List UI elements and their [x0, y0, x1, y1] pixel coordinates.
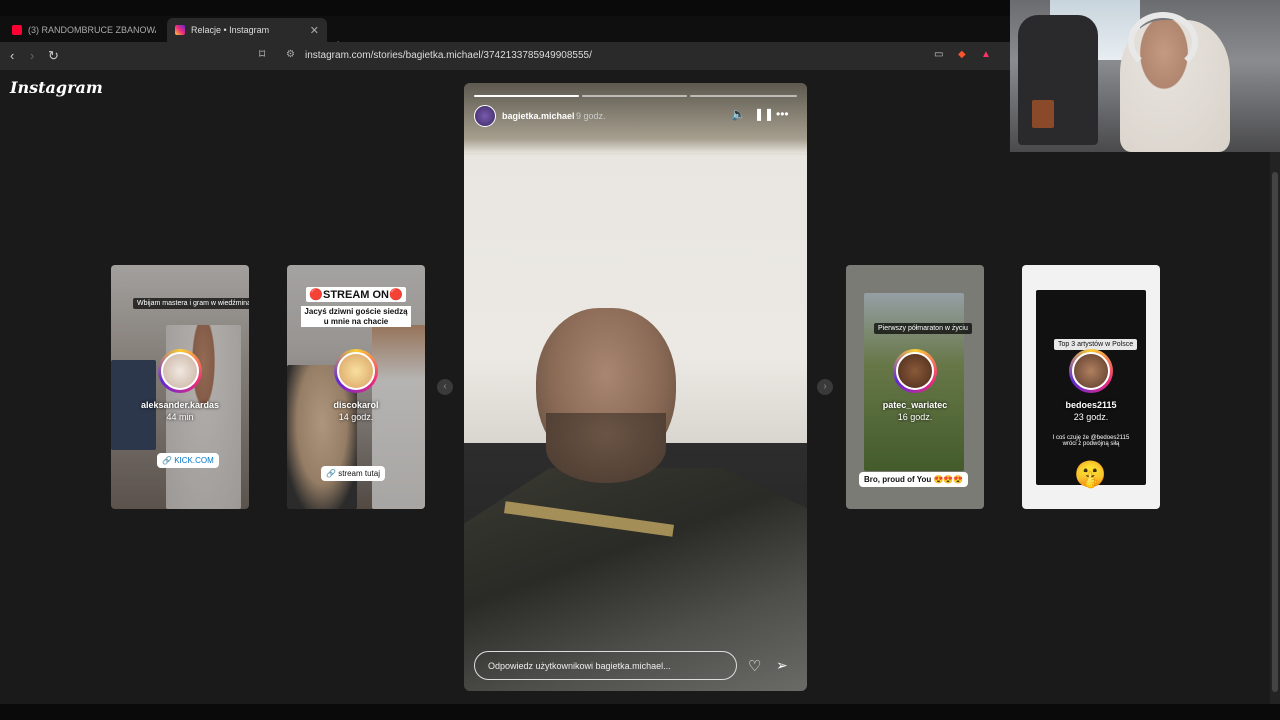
instagram-icon [175, 25, 185, 35]
avatar-ring [893, 349, 937, 393]
send-icon[interactable]: ➢ [776, 657, 788, 674]
youtube-icon [12, 25, 22, 35]
progress-segment [582, 95, 687, 97]
close-tab-icon[interactable]: ✕ [310, 24, 319, 37]
progress-segment [474, 95, 579, 97]
more-options-icon[interactable]: ••• [776, 107, 789, 121]
avatar [161, 352, 199, 390]
avatar-ring [334, 349, 378, 393]
story-card-bedoes[interactable]: Top 3 artystów w Polsce bedoes2115 23 go… [1022, 265, 1160, 509]
brave-shield-icon[interactable]: ◆ [958, 49, 966, 60]
tab-title: Relacje • Instagram [191, 25, 270, 35]
caption-sticker: Bro, proud of You 😍😍😍 [859, 472, 969, 487]
link-label: KICK.COM [174, 456, 214, 465]
story-time: 9 godz. [576, 111, 606, 121]
next-story-icon[interactable]: › [817, 379, 833, 395]
story-username: patec_wariatec [882, 400, 948, 410]
link-label: stream tutaj [338, 469, 380, 478]
site-settings-icon[interactable]: ⚙ [286, 49, 295, 60]
avatar [337, 352, 375, 390]
shush-emoji-icon: 🤫 [1074, 459, 1107, 489]
brave-rewards-icon[interactable]: ▲ [981, 49, 991, 60]
avatar [1072, 352, 1110, 390]
cup-image [1032, 100, 1054, 128]
avatar[interactable] [474, 105, 496, 127]
link-sticker[interactable]: 🔗 stream tutaj [321, 466, 385, 481]
story-time: 14 godz. [338, 412, 374, 422]
avatar [896, 352, 934, 390]
stream-subtitle: Jacyś dziwni goście siedzą u mnie na cha… [301, 306, 411, 328]
cast-icon[interactable]: ▭ [934, 49, 943, 60]
story-username: discokarol [333, 400, 379, 410]
scrollbar-thumb[interactable] [1272, 172, 1278, 692]
tab-instagram[interactable]: Relacje • Instagram ✕ [167, 18, 327, 42]
bookmark-icon[interactable]: ⌑ [259, 47, 265, 61]
avatar-ring [1069, 349, 1113, 393]
reply-input[interactable]: Odpowiedz użytkownikowi bagietka.michael… [474, 651, 737, 680]
link-sticker[interactable]: 🔗 KICK.COM [157, 453, 219, 468]
story-card-discokarol[interactable]: 🔴STREAM ON🔴 Jacyś dziwni goście siedzą u… [287, 265, 425, 509]
progress-segment [690, 95, 797, 97]
avatar-ring [158, 349, 202, 393]
forward-icon[interactable]: › [30, 48, 34, 63]
instagram-logo[interactable]: Instagram [10, 78, 103, 97]
stream-on-label: 🔴STREAM ON🔴 [306, 287, 406, 302]
story-username[interactable]: bagietka.michael [502, 111, 575, 121]
gaming-chair-image [1018, 15, 1098, 145]
main-story[interactable]: bagietka.michael 9 godz. 🔈 ❚❚ ••• Odpowi… [464, 83, 807, 691]
story-card-aleksander[interactable]: Wbijam mastera i gram w wiedźmina 3 alek… [111, 265, 249, 509]
text-sticker: Pierwszy półmaraton w życiu [874, 323, 972, 334]
headphones-image [1128, 12, 1198, 72]
story-card-patec[interactable]: Pierwszy półmaraton w życiu patec_wariat… [846, 265, 984, 509]
url-field[interactable]: instagram.com/stories/bagietka.michael/3… [305, 50, 592, 61]
story-username: aleksander.kardas [140, 400, 220, 410]
tab-title: (3) RANDOMBRUCE ZBANOWANY! Il [28, 25, 156, 35]
prev-story-icon[interactable]: ‹ [437, 379, 453, 395]
reload-icon[interactable]: ↻ [48, 48, 59, 64]
caption-text: I coś czuję że @bedoes2115 wróci z podwó… [1052, 435, 1130, 447]
text-sticker: Wbijam mastera i gram w wiedźmina 3 [133, 298, 249, 309]
story-time: 23 godz. [1073, 412, 1109, 422]
story-username: bedoes2115 [1065, 400, 1117, 410]
stream-title-block: 🔴STREAM ON🔴 Jacyś dziwni goście siedzą u… [301, 285, 411, 329]
like-icon[interactable]: ♡ [748, 657, 761, 675]
story-time: 44 min [166, 412, 194, 422]
bottom-strip [0, 704, 1280, 720]
webcam-overlay [1010, 0, 1280, 152]
story-time: 16 godz. [897, 412, 933, 422]
tab-youtube[interactable]: (3) RANDOMBRUCE ZBANOWANY! Il [4, 18, 164, 42]
volume-icon[interactable]: 🔈 [731, 107, 746, 121]
back-icon[interactable]: ‹ [10, 48, 14, 63]
text-sticker: Top 3 artystów w Polsce [1054, 339, 1138, 350]
browser-window: (3) RANDOMBRUCE ZBANOWANY! Il Relacje • … [0, 0, 1280, 720]
pause-icon[interactable]: ❚❚ [754, 107, 774, 121]
